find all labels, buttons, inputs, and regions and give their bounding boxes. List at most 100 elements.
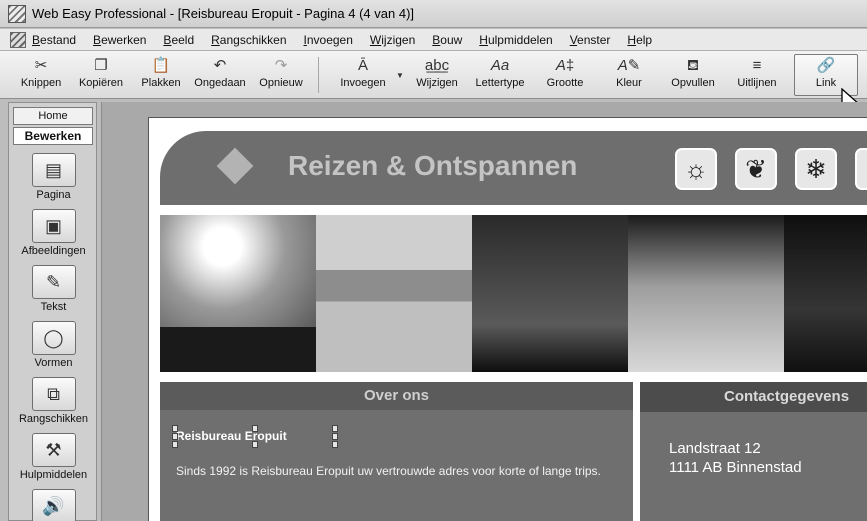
cut-label: Knippen — [20, 77, 62, 89]
tab-bewerken[interactable]: Bewerken — [13, 127, 93, 145]
menu-beeld[interactable]: Beeld — [163, 33, 194, 47]
flower-icon[interactable] — [855, 148, 867, 190]
document-menu-icon[interactable] — [10, 31, 26, 48]
address-line-2[interactable]: 1111 AB Binnenstad — [669, 459, 802, 476]
text-pencil-icon: ✎ — [31, 265, 76, 299]
insert-dropdown-arrow-icon[interactable]: ▼ — [396, 71, 404, 80]
font-button[interactable]: Aa Lettertype — [474, 55, 526, 95]
selection-handle[interactable] — [252, 441, 258, 448]
selection-handle[interactable] — [172, 433, 178, 440]
menu-bouw[interactable]: Bouw — [432, 33, 462, 47]
toolbar: ✂ Knippen ❐ Kopiëren 📋 Plakken ↶ Ongedaa… — [0, 51, 867, 99]
toolbar-divider — [318, 57, 319, 93]
modify-label: Wijzigen — [416, 77, 458, 89]
copy-icon: ❐ — [94, 57, 108, 74]
sidebar-item-vormen[interactable]: ◯ Vormen — [9, 321, 98, 369]
photo-strip[interactable] — [160, 215, 867, 372]
building-sky-photo[interactable] — [628, 215, 784, 372]
sidebar-item-pagina[interactable]: ▤ Pagina — [9, 153, 98, 201]
site-title[interactable]: Reizen & Ontspannen — [288, 150, 577, 182]
font-icon: Aa — [490, 57, 510, 74]
redo-label: Opnieuw — [259, 77, 303, 89]
mountain-lake-photo[interactable] — [316, 215, 472, 372]
shapes-icon: ◯ — [31, 321, 76, 355]
align-label: Uitlijnen — [737, 77, 777, 89]
menu-bestand[interactable]: Bestand — [32, 33, 76, 47]
menu-rangschikken[interactable]: Rangschikken — [211, 33, 286, 47]
menu-invoegen[interactable]: Invoegen — [304, 33, 353, 47]
fill-button[interactable]: ⛾ Opvullen — [670, 55, 716, 95]
menu-help[interactable]: Help — [627, 33, 652, 47]
scissors-icon: ✂ — [34, 57, 48, 74]
paste-button[interactable]: 📋 Plakken — [140, 55, 182, 95]
snowflake-icon[interactable]: ❄ — [795, 148, 837, 190]
selection-handle[interactable] — [172, 441, 178, 448]
undo-arrow-icon: ↶ — [213, 57, 227, 74]
speaker-icon: 🔊 — [31, 489, 76, 521]
selection-handle[interactable] — [332, 433, 338, 440]
redo-button[interactable]: ↷ Opnieuw — [258, 55, 304, 95]
sun-icon[interactable]: ☼ — [675, 148, 717, 190]
tab-home[interactable]: Home — [13, 107, 93, 125]
address-line-1[interactable]: Landstraat 12 — [669, 440, 761, 457]
bridge-night-photo[interactable] — [472, 215, 628, 372]
about-text[interactable]: Sinds 1992 is Reisbureau Eropuit uw vert… — [176, 463, 616, 479]
title-bar: Web Easy Professional - [Reisbureau Erop… — [0, 0, 867, 28]
selection-handle[interactable] — [172, 425, 178, 432]
align-center-icon: ≡ — [752, 57, 762, 74]
sidebar-item-label: Vormen — [34, 357, 73, 369]
font-size-label: Grootte — [546, 77, 584, 89]
insert-button[interactable]: Ā Invoegen — [338, 55, 388, 95]
sidebar-item-label: Pagina — [36, 189, 71, 201]
font-label: Lettertype — [475, 77, 525, 89]
tools-icon: ⚒ — [31, 433, 76, 467]
color-label: Kleur — [616, 77, 642, 89]
menu-hulpmiddelen[interactable]: Hulpmiddelen — [479, 33, 552, 47]
sidebar-item-hulpmiddelen[interactable]: ⚒ Hulpmiddelen — [9, 433, 98, 481]
undo-label: Ongedaan — [194, 77, 246, 89]
sidebar-item-afbeeldingen[interactable]: ▣ Afbeeldingen — [9, 209, 98, 257]
sidebar-item-rangschikken[interactable]: ⧉ Rangschikken — [9, 377, 98, 425]
undo-button[interactable]: ↶ Ongedaan — [194, 55, 246, 95]
chain-link-icon: 🔗 — [816, 57, 836, 74]
menu-bar: Bestand Bewerken Beeld Rangschikken Invo… — [0, 29, 867, 51]
redo-arrow-icon: ↷ — [274, 57, 288, 74]
copy-button[interactable]: ❐ Kopiëren — [78, 55, 124, 95]
font-color-icon: A✎ — [617, 57, 641, 74]
font-size-button[interactable]: A‡ Grootte — [544, 55, 586, 95]
contact-heading[interactable]: Contactgegevens — [640, 382, 867, 412]
menu-bewerken[interactable]: Bewerken — [93, 33, 146, 47]
sidebar-item-tekst[interactable]: ✎ Tekst — [9, 265, 98, 313]
sidebar: Home Bewerken ▤ Pagina ▣ Afbeeldingen ✎ … — [8, 102, 97, 521]
window-title: Web Easy Professional - [Reisbureau Erop… — [32, 6, 415, 21]
align-button[interactable]: ≡ Uitlijnen — [736, 55, 778, 95]
selection-handle[interactable] — [252, 425, 258, 432]
link-label: Link — [815, 77, 837, 89]
paste-label: Plakken — [141, 77, 181, 89]
cut-button[interactable]: ✂ Knippen — [20, 55, 62, 95]
sidebar-item-label: Afbeeldingen — [21, 245, 86, 257]
spellcheck-icon: a͟b͟c — [424, 57, 450, 74]
desert-camels-photo[interactable] — [160, 215, 316, 372]
sidebar-item-label: Hulpmiddelen — [19, 469, 88, 481]
page-icon: ▤ — [31, 153, 76, 187]
menu-wijzigen[interactable]: Wijzigen — [370, 33, 415, 47]
selection-handle[interactable] — [332, 425, 338, 432]
image-icon: ▣ — [31, 209, 76, 243]
about-heading[interactable]: Over ons — [160, 382, 633, 410]
paint-bucket-icon: ⛾ — [686, 57, 700, 74]
selection-handle[interactable] — [332, 441, 338, 448]
maple-leaf-icon[interactable]: ❦ — [735, 148, 777, 190]
color-button[interactable]: A✎ Kleur — [612, 55, 646, 95]
modify-button[interactable]: a͟b͟c Wijzigen — [414, 55, 460, 95]
sidebar-item-media[interactable]: 🔊 — [9, 489, 98, 521]
copy-label: Kopiëren — [78, 77, 124, 89]
fill-label: Opvullen — [671, 77, 715, 89]
company-name-text[interactable]: Reisbureau Eropuit — [176, 429, 287, 443]
arrange-icon: ⧉ — [31, 377, 76, 411]
insert-label: Invoegen — [340, 77, 386, 89]
menu-venster[interactable]: Venster — [570, 33, 611, 47]
clipboard-icon: 📋 — [151, 57, 171, 74]
harbour-bridge-photo[interactable] — [784, 215, 867, 372]
sidebar-item-label: Tekst — [40, 301, 67, 313]
